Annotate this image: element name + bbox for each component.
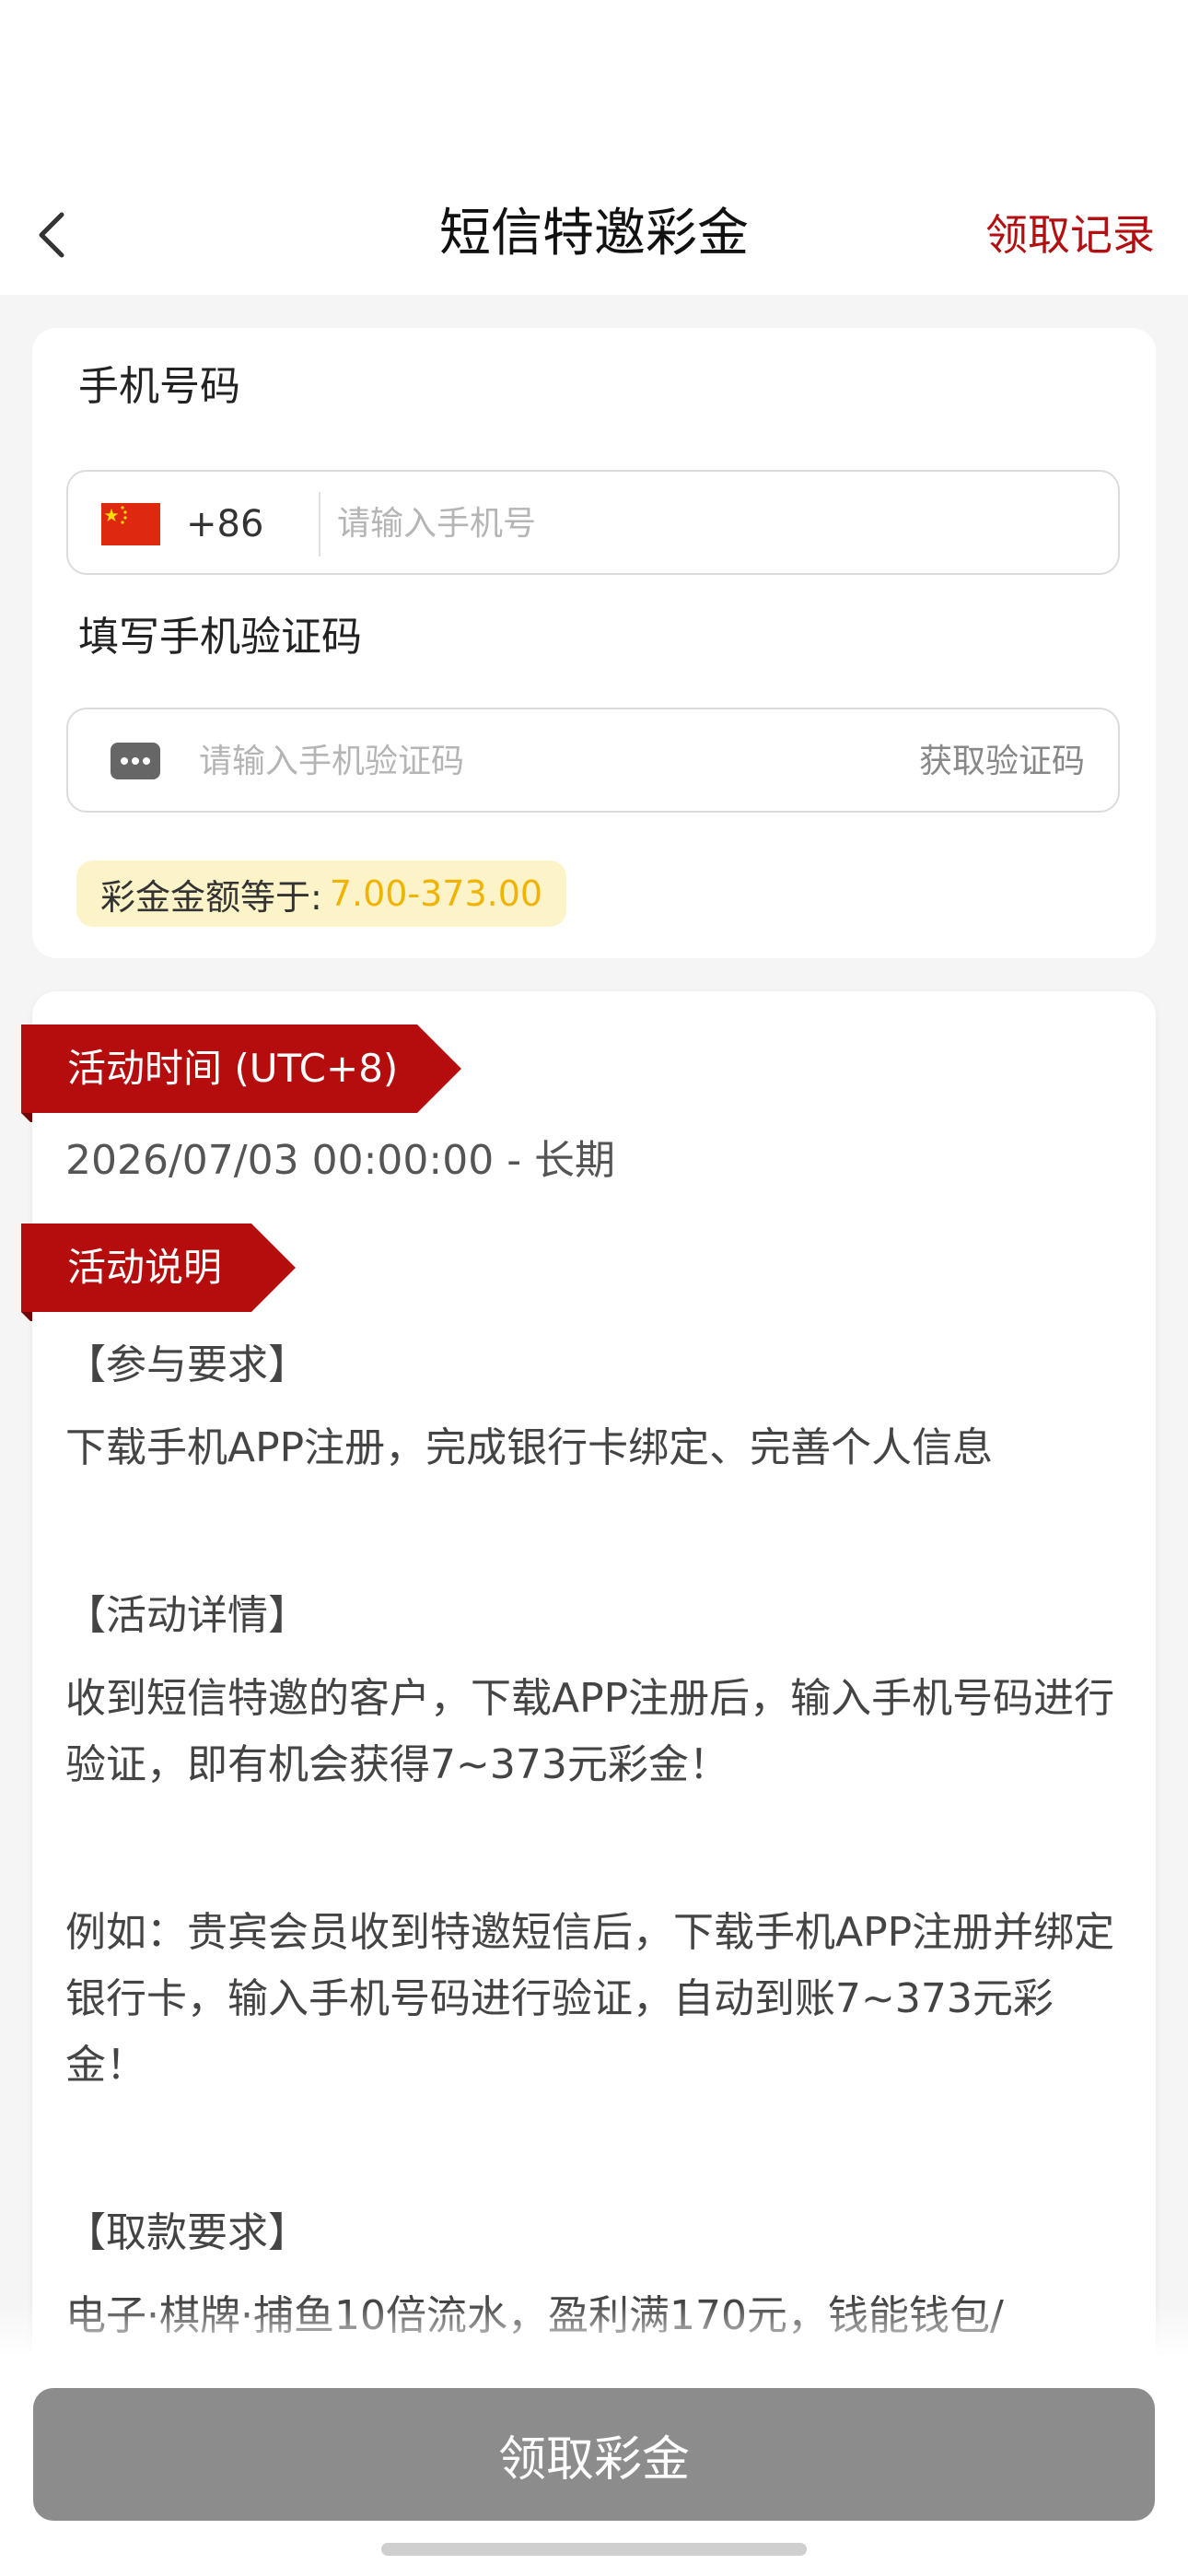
activity-desc-title: 活动说明 <box>67 1245 223 1290</box>
input-divider <box>319 492 320 556</box>
desc-paragraph: 例如：贵宾会员收到特邀短信后，下载手机APP注册并绑定银行卡，输入手机号码进行验… <box>65 1909 1115 2089</box>
activity-time-value: 2026/07/03 00:00:00 - 长期 <box>65 1137 616 1184</box>
scroll-fade <box>0 2303 1188 2359</box>
desc-heading: 【取款要求】 <box>65 2209 309 2256</box>
home-indicator <box>381 2543 807 2556</box>
bonus-amount-badge: 彩金金额等于: 7.00-373.00 <box>76 861 567 927</box>
bonus-amount-value: 7.00-373.00 <box>329 873 543 914</box>
get-code-button[interactable]: 获取验证码 <box>919 737 1085 787</box>
phone-input[interactable] <box>337 496 1092 551</box>
status-bar-area <box>0 0 1188 175</box>
bottom-action-bar: 领取彩金 <box>0 2355 1188 2576</box>
navigation-bar: 短信特邀彩金 领取记录 <box>0 175 1188 295</box>
verification-code-input[interactable] <box>199 733 844 789</box>
desc-paragraph: 收到短信特邀的客户，下载APP注册后，输入手机号码进行验证，即有机会获得7~37… <box>65 1675 1115 1788</box>
phone-input-box: +86 <box>66 470 1120 575</box>
claim-bonus-button[interactable]: 领取彩金 <box>33 2388 1155 2521</box>
desc-paragraph: 下载手机APP注册，完成银行卡绑定、完善个人信息 <box>65 1424 994 1471</box>
country-code-selector[interactable]: +86 <box>186 499 263 549</box>
claim-history-link[interactable]: 领取记录 <box>985 201 1155 269</box>
verification-code-label: 填写手机验证码 <box>78 614 362 661</box>
message-dots-icon <box>111 743 160 779</box>
desc-heading: 【活动详情】 <box>65 1592 309 1639</box>
activity-time-title: 活动时间 (UTC+8) <box>67 1046 399 1091</box>
form-card: 手机号码 +86 填写手机验证码 获取验证码 彩金金额等于: 7.00-373.… <box>32 328 1156 958</box>
activity-description: 【参与要求】 下载手机APP注册，完成银行卡绑定、完善个人信息 【活动详情】 收… <box>65 1332 1128 2349</box>
activity-info-card: 活动时间 (UTC+8) 2026/07/03 00:00:00 - 长期 活动… <box>21 991 1156 2355</box>
bonus-amount-label: 彩金金额等于: <box>100 876 322 918</box>
code-input-box: 获取验证码 <box>66 708 1120 813</box>
china-flag-icon <box>101 503 160 545</box>
activity-desc-ribbon: 活动说明 <box>21 1224 297 1321</box>
phone-label: 手机号码 <box>78 363 240 410</box>
desc-heading: 【参与要求】 <box>65 1341 309 1388</box>
activity-time-ribbon: 活动时间 (UTC+8) <box>21 1025 463 1122</box>
